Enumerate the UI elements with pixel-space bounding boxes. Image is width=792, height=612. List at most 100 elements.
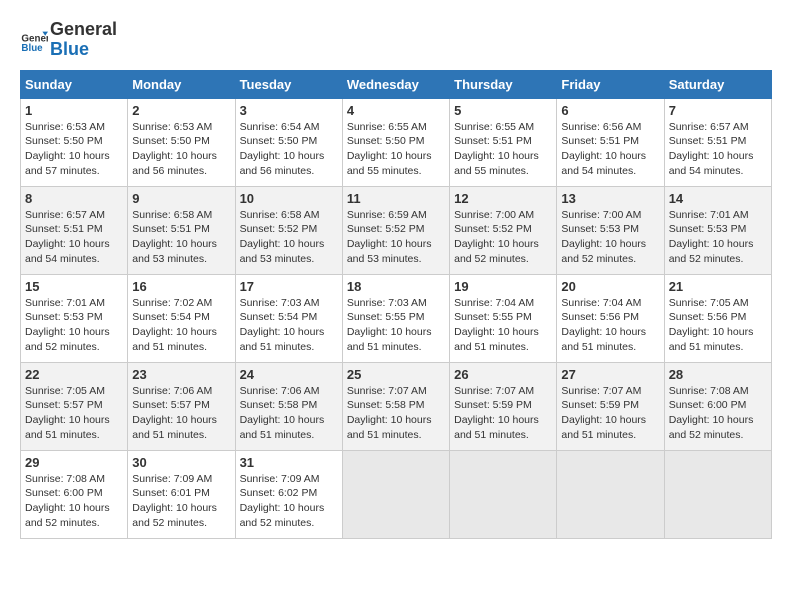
day-cell-20: 20 Sunrise: 7:04 AM Sunset: 5:56 PM Dayli…	[557, 274, 664, 362]
day-info: Sunrise: 6:57 AM Sunset: 5:51 PM Dayligh…	[25, 208, 123, 267]
weekday-header-friday: Friday	[557, 70, 664, 98]
logo: General Blue General Blue	[20, 20, 117, 60]
day-number: 16	[132, 279, 230, 294]
day-info: Sunrise: 7:06 AM Sunset: 5:57 PM Dayligh…	[132, 384, 230, 443]
day-number: 18	[347, 279, 445, 294]
day-cell-27: 27Sunrise: 7:07 AM Sunset: 5:59 PM Dayli…	[557, 362, 664, 450]
day-number: 30	[132, 455, 230, 470]
calendar-week-4: 22Sunrise: 7:05 AM Sunset: 5:57 PM Dayli…	[21, 362, 772, 450]
day-cell-18: 18 Sunrise: 7:03 AM Sunset: 5:55 PM Dayli…	[342, 274, 449, 362]
weekday-header-tuesday: Tuesday	[235, 70, 342, 98]
day-number: 9	[132, 191, 230, 206]
day-cell-9: 9 Sunrise: 6:58 AM Sunset: 5:51 PM Daylig…	[128, 186, 235, 274]
day-number: 15	[25, 279, 123, 294]
day-info: Sunrise: 7:03 AM Sunset: 5:54 PM Dayligh…	[240, 296, 338, 355]
day-info: Sunrise: 7:08 AM Sunset: 6:00 PM Dayligh…	[25, 472, 123, 531]
empty-cell	[450, 450, 557, 538]
day-info: Sunrise: 6:53 AM Sunset: 5:50 PM Dayligh…	[25, 120, 123, 179]
day-cell-16: 16 Sunrise: 7:02 AM Sunset: 5:54 PM Dayli…	[128, 274, 235, 362]
day-info: Sunrise: 7:09 AM Sunset: 6:02 PM Dayligh…	[240, 472, 338, 531]
day-cell-15: 15 Sunrise: 7:01 AM Sunset: 5:53 PM Dayli…	[21, 274, 128, 362]
day-info: Sunrise: 7:09 AM Sunset: 6:01 PM Dayligh…	[132, 472, 230, 531]
day-info: Sunrise: 7:07 AM Sunset: 5:58 PM Dayligh…	[347, 384, 445, 443]
day-number: 4	[347, 103, 445, 118]
day-cell-25: 25 Sunrise: 7:07 AM Sunset: 5:58 PM Dayli…	[342, 362, 449, 450]
day-cell-24: 24 Sunrise: 7:06 AM Sunset: 5:58 PM Dayli…	[235, 362, 342, 450]
day-cell-6: 6Sunrise: 6:56 AM Sunset: 5:51 PM Daylig…	[557, 98, 664, 186]
calendar-week-3: 15 Sunrise: 7:01 AM Sunset: 5:53 PM Dayli…	[21, 274, 772, 362]
calendar-week-1: 1 Sunrise: 6:53 AM Sunset: 5:50 PM Daylig…	[21, 98, 772, 186]
weekday-header-row: SundayMondayTuesdayWednesdayThursdayFrid…	[21, 70, 772, 98]
logo-icon: General Blue	[20, 26, 48, 54]
day-number: 31	[240, 455, 338, 470]
day-number: 12	[454, 191, 552, 206]
day-number: 2	[132, 103, 230, 118]
day-cell-13: 13 Sunrise: 7:00 AM Sunset: 5:53 PM Dayli…	[557, 186, 664, 274]
day-cell-5: 5Sunrise: 6:55 AM Sunset: 5:51 PM Daylig…	[450, 98, 557, 186]
day-number: 25	[347, 367, 445, 382]
weekday-header-wednesday: Wednesday	[342, 70, 449, 98]
day-info: Sunrise: 7:04 AM Sunset: 5:55 PM Dayligh…	[454, 296, 552, 355]
day-cell-23: 23 Sunrise: 7:06 AM Sunset: 5:57 PM Dayli…	[128, 362, 235, 450]
day-cell-31: 31 Sunrise: 7:09 AM Sunset: 6:02 PM Dayli…	[235, 450, 342, 538]
day-number: 22	[25, 367, 123, 382]
day-number: 13	[561, 191, 659, 206]
day-number: 3	[240, 103, 338, 118]
day-info: Sunrise: 6:58 AM Sunset: 5:51 PM Dayligh…	[132, 208, 230, 267]
day-cell-17: 17 Sunrise: 7:03 AM Sunset: 5:54 PM Dayli…	[235, 274, 342, 362]
day-cell-3: 3 Sunrise: 6:54 AM Sunset: 5:50 PM Daylig…	[235, 98, 342, 186]
calendar-week-2: 8 Sunrise: 6:57 AM Sunset: 5:51 PM Daylig…	[21, 186, 772, 274]
day-cell-22: 22Sunrise: 7:05 AM Sunset: 5:57 PM Dayli…	[21, 362, 128, 450]
day-info: Sunrise: 7:04 AM Sunset: 5:56 PM Dayligh…	[561, 296, 659, 355]
weekday-header-sunday: Sunday	[21, 70, 128, 98]
day-cell-30: 30 Sunrise: 7:09 AM Sunset: 6:01 PM Dayli…	[128, 450, 235, 538]
day-info: Sunrise: 6:56 AM Sunset: 5:51 PM Dayligh…	[561, 120, 659, 179]
empty-cell	[664, 450, 771, 538]
day-number: 1	[25, 103, 123, 118]
day-number: 7	[669, 103, 767, 118]
day-number: 20	[561, 279, 659, 294]
day-number: 23	[132, 367, 230, 382]
day-info: Sunrise: 7:00 AM Sunset: 5:53 PM Dayligh…	[561, 208, 659, 267]
day-info: Sunrise: 6:54 AM Sunset: 5:50 PM Dayligh…	[240, 120, 338, 179]
day-info: Sunrise: 7:06 AM Sunset: 5:58 PM Dayligh…	[240, 384, 338, 443]
day-info: Sunrise: 6:58 AM Sunset: 5:52 PM Dayligh…	[240, 208, 338, 267]
day-info: Sunrise: 7:00 AM Sunset: 5:52 PM Dayligh…	[454, 208, 552, 267]
day-number: 11	[347, 191, 445, 206]
day-cell-12: 12 Sunrise: 7:00 AM Sunset: 5:52 PM Dayli…	[450, 186, 557, 274]
day-info: Sunrise: 6:57 AM Sunset: 5:51 PM Dayligh…	[669, 120, 767, 179]
day-info: Sunrise: 7:01 AM Sunset: 5:53 PM Dayligh…	[669, 208, 767, 267]
day-cell-28: 28Sunrise: 7:08 AM Sunset: 6:00 PM Dayli…	[664, 362, 771, 450]
empty-cell	[342, 450, 449, 538]
day-number: 17	[240, 279, 338, 294]
day-number: 19	[454, 279, 552, 294]
day-cell-19: 19 Sunrise: 7:04 AM Sunset: 5:55 PM Dayli…	[450, 274, 557, 362]
day-number: 8	[25, 191, 123, 206]
day-info: Sunrise: 7:03 AM Sunset: 5:55 PM Dayligh…	[347, 296, 445, 355]
day-number: 10	[240, 191, 338, 206]
day-cell-14: 14 Sunrise: 7:01 AM Sunset: 5:53 PM Dayli…	[664, 186, 771, 274]
day-cell-1: 1 Sunrise: 6:53 AM Sunset: 5:50 PM Daylig…	[21, 98, 128, 186]
day-cell-8: 8 Sunrise: 6:57 AM Sunset: 5:51 PM Daylig…	[21, 186, 128, 274]
day-number: 5	[454, 103, 552, 118]
day-cell-7: 7 Sunrise: 6:57 AM Sunset: 5:51 PM Daylig…	[664, 98, 771, 186]
empty-cell	[557, 450, 664, 538]
day-cell-4: 4 Sunrise: 6:55 AM Sunset: 5:50 PM Daylig…	[342, 98, 449, 186]
day-cell-21: 21Sunrise: 7:05 AM Sunset: 5:56 PM Dayli…	[664, 274, 771, 362]
day-number: 24	[240, 367, 338, 382]
day-cell-2: 2 Sunrise: 6:53 AM Sunset: 5:50 PM Daylig…	[128, 98, 235, 186]
weekday-header-saturday: Saturday	[664, 70, 771, 98]
day-number: 14	[669, 191, 767, 206]
day-cell-29: 29 Sunrise: 7:08 AM Sunset: 6:00 PM Dayli…	[21, 450, 128, 538]
day-info: Sunrise: 6:53 AM Sunset: 5:50 PM Dayligh…	[132, 120, 230, 179]
day-info: Sunrise: 7:07 AM Sunset: 5:59 PM Dayligh…	[454, 384, 552, 443]
day-info: Sunrise: 7:02 AM Sunset: 5:54 PM Dayligh…	[132, 296, 230, 355]
day-number: 21	[669, 279, 767, 294]
page-header: General Blue General Blue	[20, 20, 772, 60]
day-number: 28	[669, 367, 767, 382]
day-number: 27	[561, 367, 659, 382]
day-info: Sunrise: 7:01 AM Sunset: 5:53 PM Dayligh…	[25, 296, 123, 355]
svg-text:Blue: Blue	[21, 43, 43, 54]
day-info: Sunrise: 6:55 AM Sunset: 5:50 PM Dayligh…	[347, 120, 445, 179]
day-number: 29	[25, 455, 123, 470]
